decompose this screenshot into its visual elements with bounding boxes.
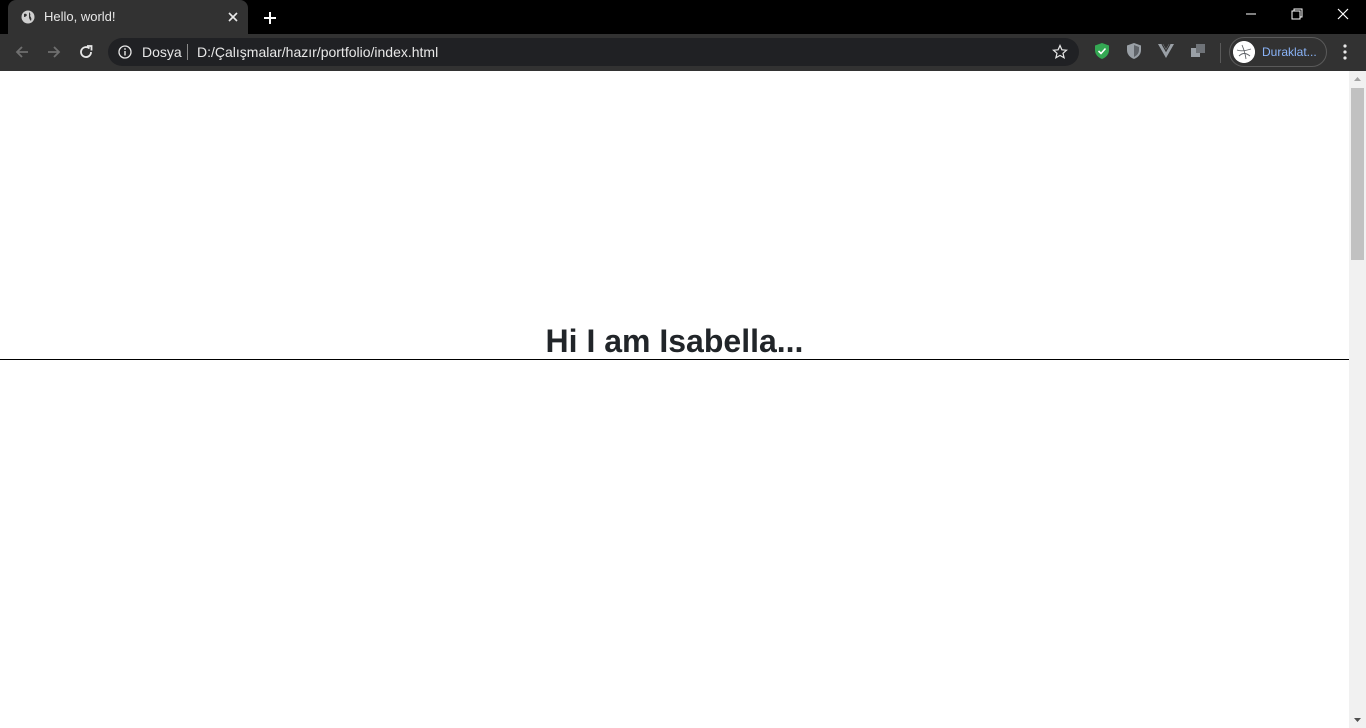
minimize-icon[interactable]: [1228, 0, 1274, 30]
address-bar[interactable]: Dosya D:/Çalışmalar/hazır/portfolio/inde…: [108, 38, 1079, 66]
toolbar-separator: [1220, 43, 1221, 63]
browser-toolbar: Dosya D:/Çalışmalar/hazır/portfolio/inde…: [0, 34, 1366, 71]
vertical-scrollbar[interactable]: [1349, 71, 1366, 728]
bookmark-star-icon[interactable]: [1052, 44, 1068, 60]
kebab-menu-icon[interactable]: [1336, 42, 1354, 62]
back-icon[interactable]: [12, 42, 32, 62]
page-heading: Hi I am Isabella...: [545, 323, 804, 359]
shield-check-icon[interactable]: [1093, 42, 1111, 60]
profile-button[interactable]: Duraklat...: [1229, 37, 1327, 67]
vue-devtools-icon[interactable]: [1157, 42, 1175, 60]
page-viewport: Hi I am Isabella...: [0, 71, 1349, 728]
forward-icon[interactable]: [44, 42, 64, 62]
address-separator: [187, 44, 188, 60]
new-tab-icon[interactable]: [260, 8, 280, 28]
info-icon[interactable]: [118, 45, 132, 59]
scroll-up-arrow-icon[interactable]: [1349, 71, 1366, 88]
globe-icon: [21, 10, 35, 24]
tab-active[interactable]: Hello, world!: [8, 0, 248, 34]
restore-icon[interactable]: [1274, 0, 1320, 30]
tab-strip: Hello, world!: [0, 0, 1366, 34]
heading-divider: [0, 359, 1349, 360]
shield-icon[interactable]: [1125, 42, 1143, 60]
profile-label: Duraklat...: [1262, 45, 1317, 59]
site-scheme-label[interactable]: Dosya: [142, 44, 182, 60]
scrollbar-thumb[interactable]: [1351, 88, 1364, 260]
scroll-down-arrow-icon[interactable]: [1349, 711, 1366, 728]
extensions-icon[interactable]: [1189, 42, 1207, 60]
tab-title: Hello, world!: [44, 9, 116, 24]
reload-icon[interactable]: [76, 42, 96, 62]
avatar: [1233, 41, 1255, 63]
close-tab-icon[interactable]: [225, 9, 241, 25]
close-icon[interactable]: [1320, 0, 1366, 30]
url-text[interactable]: D:/Çalışmalar/hazır/portfolio/index.html: [197, 44, 438, 60]
